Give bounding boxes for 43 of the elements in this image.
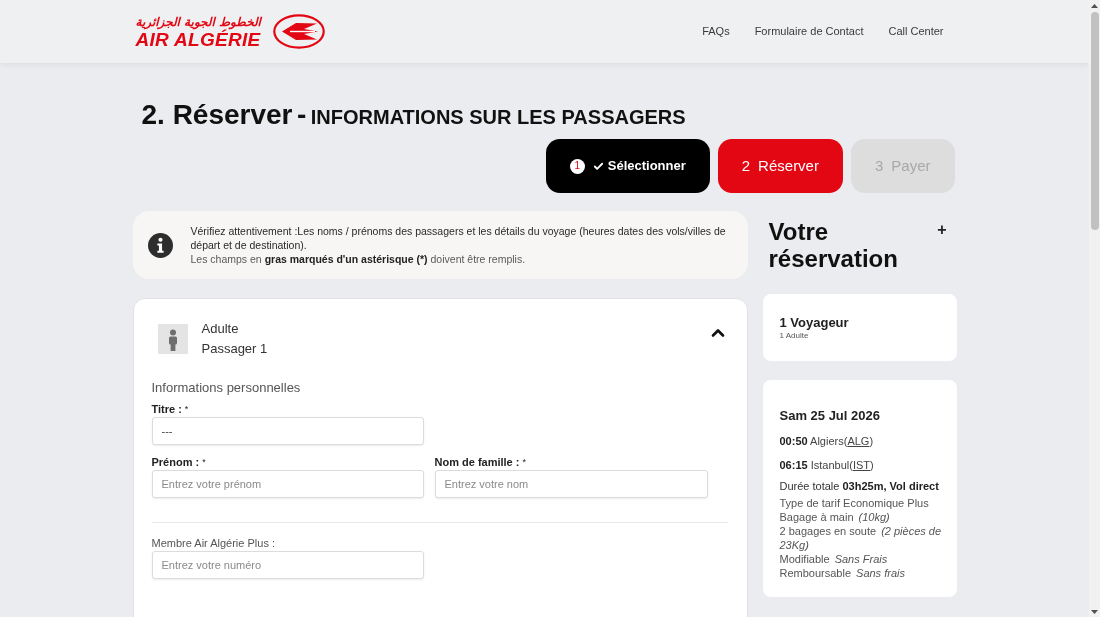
info-text: Les champs en gras marqués d'un astérisque (*) doivent être remplis.: [190, 252, 527, 266]
field-label: Prénom : *: [151, 455, 207, 469]
scroll-down-arrow-icon[interactable]: [1091, 610, 1098, 614]
fare-detail: Remboursable Sans frais: [779, 566, 906, 580]
input-field[interactable]: Entrez votre nom: [434, 470, 708, 498]
input-field[interactable]: Entrez votre numéro: [151, 551, 424, 579]
fare-detail: Type de tarif Economique Plus: [779, 496, 930, 510]
nav-link[interactable]: Formulaire de Contact: [754, 23, 864, 40]
check-icon: [592, 160, 604, 172]
info-icon: [147, 232, 173, 258]
summary-title: Votre réservation: [768, 218, 899, 272]
section-title: Informations personnelles: [151, 380, 302, 396]
flight-date: Sam 25 Jul 2026: [779, 408, 881, 424]
person-icon: [157, 324, 188, 354]
select-field[interactable]: ---: [151, 417, 424, 445]
fare-detail: Modifiable Sans Frais: [779, 552, 889, 566]
flight-stop: 00:50 Algiers(ALG): [779, 434, 875, 448]
step-tab[interactable]: 1 Sélectionner: [545, 139, 710, 193]
info-text: Vérifiez attentivement :Les noms / prénoms des passagers et les détails du voyage (heures dates des vols/villes de départ et de destination).: [190, 224, 727, 252]
logo-wordmark: AIR ALGÉRIE: [135, 29, 261, 50]
nav-link[interactable]: Call Center: [888, 23, 944, 40]
nav-link[interactable]: FAQs: [702, 23, 730, 40]
page-title: 2. Réserver-INFORMATIONS SUR LES PASSAGERS: [140, 99, 687, 132]
field-label: Nom de famille : *: [434, 455, 527, 469]
scrollbar[interactable]: [1089, 0, 1100, 617]
travellers-count: 1 Voyageur: [779, 314, 850, 331]
flight-duration: Durée totale 03h25m, Vol direct: [779, 479, 940, 493]
flight-stop: 06:15 Istanbul(IST): [779, 458, 875, 472]
field-label: Membre Air Algérie Plus :: [151, 536, 276, 550]
step-number-badge: 1: [569, 158, 585, 174]
input-field[interactable]: Entrez votre prénom: [151, 470, 424, 498]
expand-toggle[interactable]: +: [937, 220, 947, 240]
scroll-up-arrow-icon[interactable]: [1091, 4, 1098, 8]
fare-detail: Bagage à main (10kg): [779, 510, 891, 524]
travellers-detail: 1 Adulte: [779, 330, 810, 341]
logo-arabic-text: الخطوط الجوية الجزائرية: [135, 13, 261, 30]
scrollbar-thumb[interactable]: [1090, 12, 1099, 230]
logo-emblem-icon: [272, 14, 325, 49]
passenger-label: Passager 1: [201, 340, 268, 358]
step-tab[interactable]: 2 Réserver: [717, 139, 843, 193]
fare-detail: 2 bagages en soute (2 pièces de 23Kg): [779, 524, 943, 552]
field-label: Titre : *: [151, 402, 190, 416]
passenger-type: Adulte: [201, 320, 240, 338]
